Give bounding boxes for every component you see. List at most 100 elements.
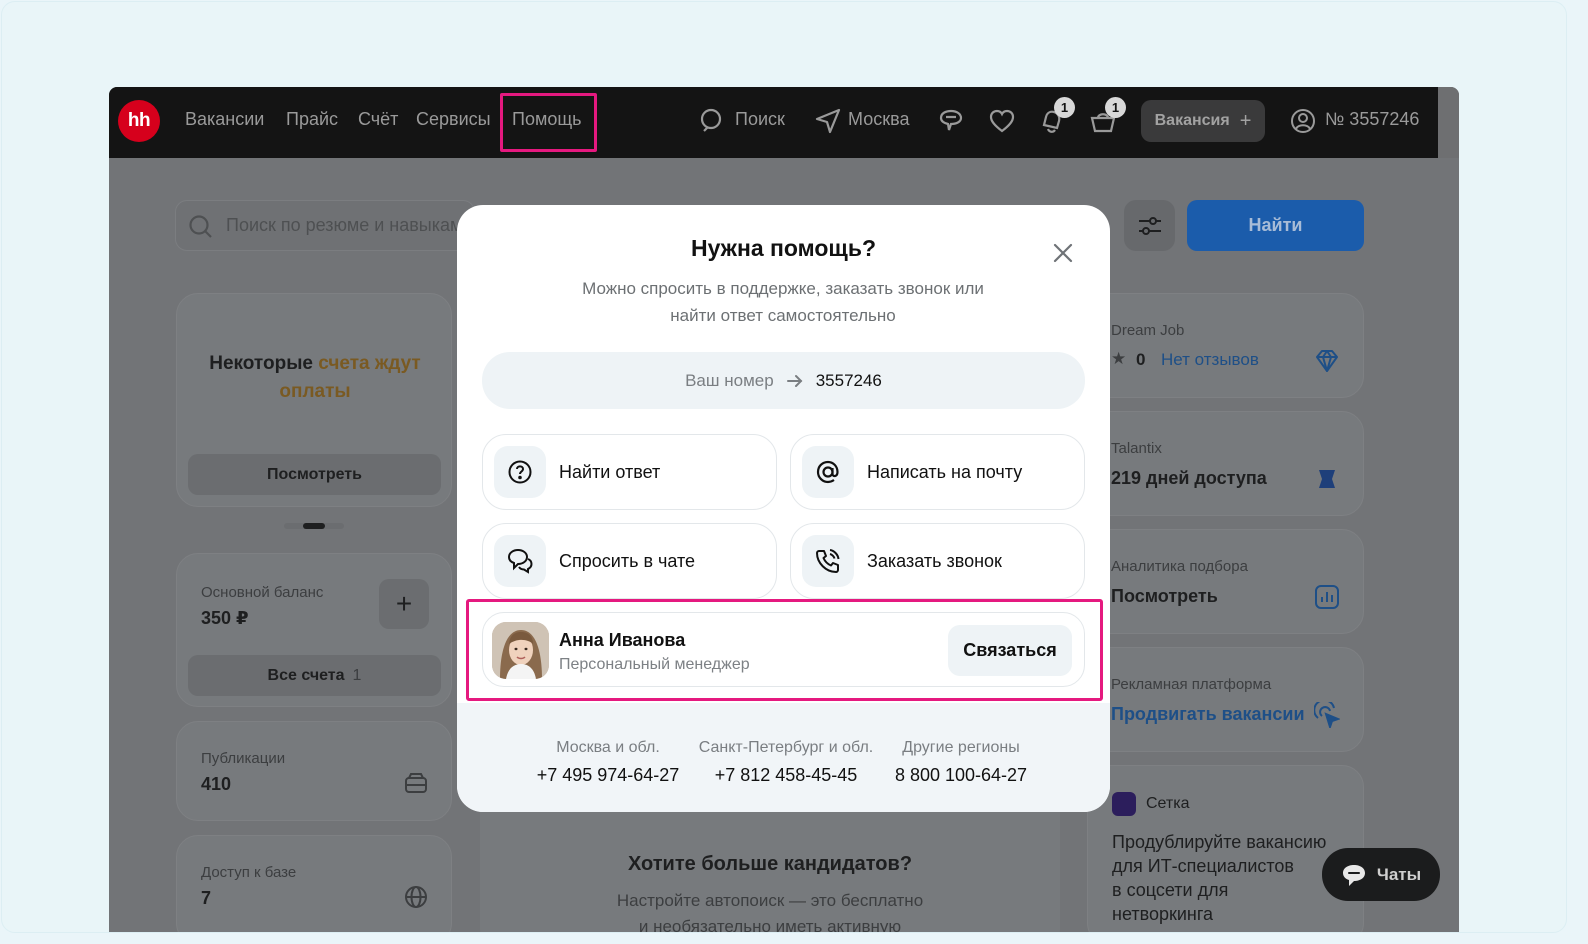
topbar-edge [1438, 87, 1459, 158]
find-answer-label: Найти ответ [559, 461, 661, 482]
ask-chat-label: Спросить в чате [559, 550, 696, 571]
cart-badge: 1 [1105, 97, 1126, 118]
ask-chat-button[interactable]: Спросить в чате [482, 523, 777, 599]
all-accounts-count: 1 [352, 666, 362, 684]
phone-number[interactable]: +7 495 974-64-27 [527, 765, 689, 786]
analytics-card[interactable]: Аналитика подбора Посмотреть [1087, 529, 1364, 634]
account-number[interactable]: № 3557246 [1325, 109, 1419, 130]
dreamjob-label: Dream Job [1111, 322, 1185, 339]
nav-city[interactable]: Москва [848, 109, 909, 130]
balance-card: Основной баланс 350 ₽ + Все счета 1 [176, 553, 452, 707]
invoice-text-a: Некоторые [209, 353, 319, 374]
write-email-button[interactable]: Написать на почту [790, 434, 1085, 510]
dreamjob-card[interactable]: Dream Job ★ 0 Нет отзывов [1087, 293, 1364, 398]
request-call-label: Заказать звонок [867, 550, 1002, 571]
ad-platform-label: Рекламная платформа [1111, 676, 1272, 693]
modal-title: Нужна помощь? [690, 235, 877, 261]
request-call-button[interactable]: Заказать звонок [790, 523, 1085, 599]
setka-description: Продублируйте вакансию для ИТ-специалист… [1112, 832, 1327, 924]
phone-moscow: Москва и обл. +7 495 974-64-27 [527, 739, 689, 786]
analytics-label: Аналитика подбора [1111, 558, 1248, 575]
phone-number[interactable]: +7 812 458-45-45 [693, 765, 879, 786]
ad-platform-card[interactable]: Рекламная платформа Продвигать вакансии [1087, 647, 1364, 752]
question-circle-icon [508, 460, 532, 484]
search-icon[interactable] [699, 107, 727, 135]
favorites-heart-icon[interactable] [988, 107, 1016, 135]
find-answer-button[interactable]: Найти ответ [482, 434, 777, 510]
filters-button[interactable] [1124, 200, 1175, 251]
chat-bubble-icon [1342, 864, 1365, 886]
publications-icon [405, 773, 427, 793]
at-sign-icon [816, 460, 839, 484]
your-number-label: Ваш номер [685, 370, 774, 390]
write-email-label: Написать на почту [867, 461, 1023, 482]
help-modal: Нужна помощь? Можно спросить в поддержке… [457, 205, 1110, 812]
create-vacancy-label: Вакансия [1154, 112, 1230, 129]
notifications-badge: 1 [1054, 97, 1075, 118]
publications-value: 410 [201, 774, 232, 794]
promote-vacancies-link[interactable]: Продвигать вакансии [1111, 704, 1305, 725]
publications-card[interactable]: Публикации 410 [176, 721, 452, 821]
promo-line-2: и необязательно иметь активную [638, 917, 902, 932]
cursor-click-icon [1314, 702, 1340, 728]
your-number-bar: Ваш номер 3557246 [482, 352, 1085, 409]
dreamjob-rating: 0 [1136, 350, 1146, 369]
balance-value: 350 ₽ [201, 608, 249, 628]
manager-highlight-box [466, 599, 1103, 701]
all-accounts-label: Все счета [267, 666, 345, 684]
publications-label: Публикации [201, 750, 286, 767]
nav-search[interactable]: Поиск [735, 109, 785, 130]
nav-vacancies[interactable]: Вакансии [185, 109, 264, 130]
database-access-card[interactable]: Доступ к базе 7 [176, 835, 452, 932]
database-access-value: 7 [201, 888, 212, 908]
nav-services[interactable]: Сервисы [416, 109, 491, 130]
find-button[interactable]: Найти [1187, 200, 1364, 251]
chats-label: Чаты [1376, 864, 1422, 884]
dreamjob-reviews-link[interactable]: Нет отзывов [1161, 350, 1259, 370]
diamond-icon [1316, 350, 1338, 372]
arrow-right-icon [786, 374, 803, 387]
account-avatar-icon[interactable] [1289, 107, 1317, 135]
phone-spb: Санкт-Петербург и обл. +7 812 458-45-45 [693, 739, 879, 786]
globe-icon [405, 886, 427, 908]
talantix-logo-icon [1319, 470, 1335, 488]
search-icon [189, 215, 212, 238]
setka-logo-icon [1112, 792, 1136, 816]
setka-card[interactable]: Сетка Продублируйте вакансию для ИТ-спец… [1087, 765, 1364, 932]
talantix-card[interactable]: Talantix 219 дней доступа [1087, 411, 1364, 516]
phone-other-regions: Другие регионы 8 800 100-64-27 [885, 739, 1037, 786]
resume-search-placeholder: Поиск по резюме и навыкам [226, 215, 463, 235]
setka-label: Сетка [1146, 795, 1190, 812]
messages-icon[interactable] [937, 107, 965, 135]
database-access-label: Доступ к базе [201, 864, 297, 881]
top-up-button[interactable]: + [379, 579, 429, 629]
analytics-value: Посмотреть [1111, 586, 1218, 606]
chat-bubbles-icon [507, 548, 533, 574]
nav-price[interactable]: Прайс [286, 109, 338, 130]
modal-subtitle: Можно спросить в поддержке, заказать зво… [582, 279, 984, 325]
balance-label: Основной баланс [201, 584, 324, 601]
phone-region: Другие регионы [902, 739, 1020, 756]
close-icon[interactable] [1049, 239, 1077, 267]
invoice-card: Некоторые счета ждут оплаты Посмотреть [176, 293, 452, 507]
talantix-value: 219 дней доступа [1111, 468, 1267, 488]
create-vacancy-button[interactable]: Вакансия + [1141, 100, 1265, 142]
phone-region: Санкт-Петербург и обл. [698, 739, 874, 756]
carousel-dots[interactable] [284, 523, 344, 529]
plus-icon: + [1239, 109, 1252, 132]
promo-line-1: Настройте автопоиск — это бесплатно [616, 891, 924, 910]
nav-invoice[interactable]: Счёт [358, 109, 398, 130]
hh-logo[interactable]: hh [118, 100, 160, 142]
location-arrow-icon[interactable] [814, 107, 842, 135]
top-navigation: hh Вакансии Прайс Счёт Сервисы Помощь По… [109, 87, 1438, 158]
help-highlight-box [500, 93, 597, 152]
view-invoices-button[interactable]: Посмотреть [188, 454, 441, 495]
your-number-value: 3557246 [815, 370, 882, 390]
phone-number[interactable]: 8 800 100-64-27 [885, 765, 1037, 786]
phone-call-icon [816, 549, 840, 573]
chats-button[interactable]: Чаты [1322, 848, 1440, 901]
all-accounts-button[interactable]: Все счета 1 [188, 655, 441, 696]
talantix-label: Talantix [1111, 440, 1162, 457]
bar-chart-icon [1315, 585, 1339, 609]
phone-region: Москва и обл. [556, 739, 660, 756]
